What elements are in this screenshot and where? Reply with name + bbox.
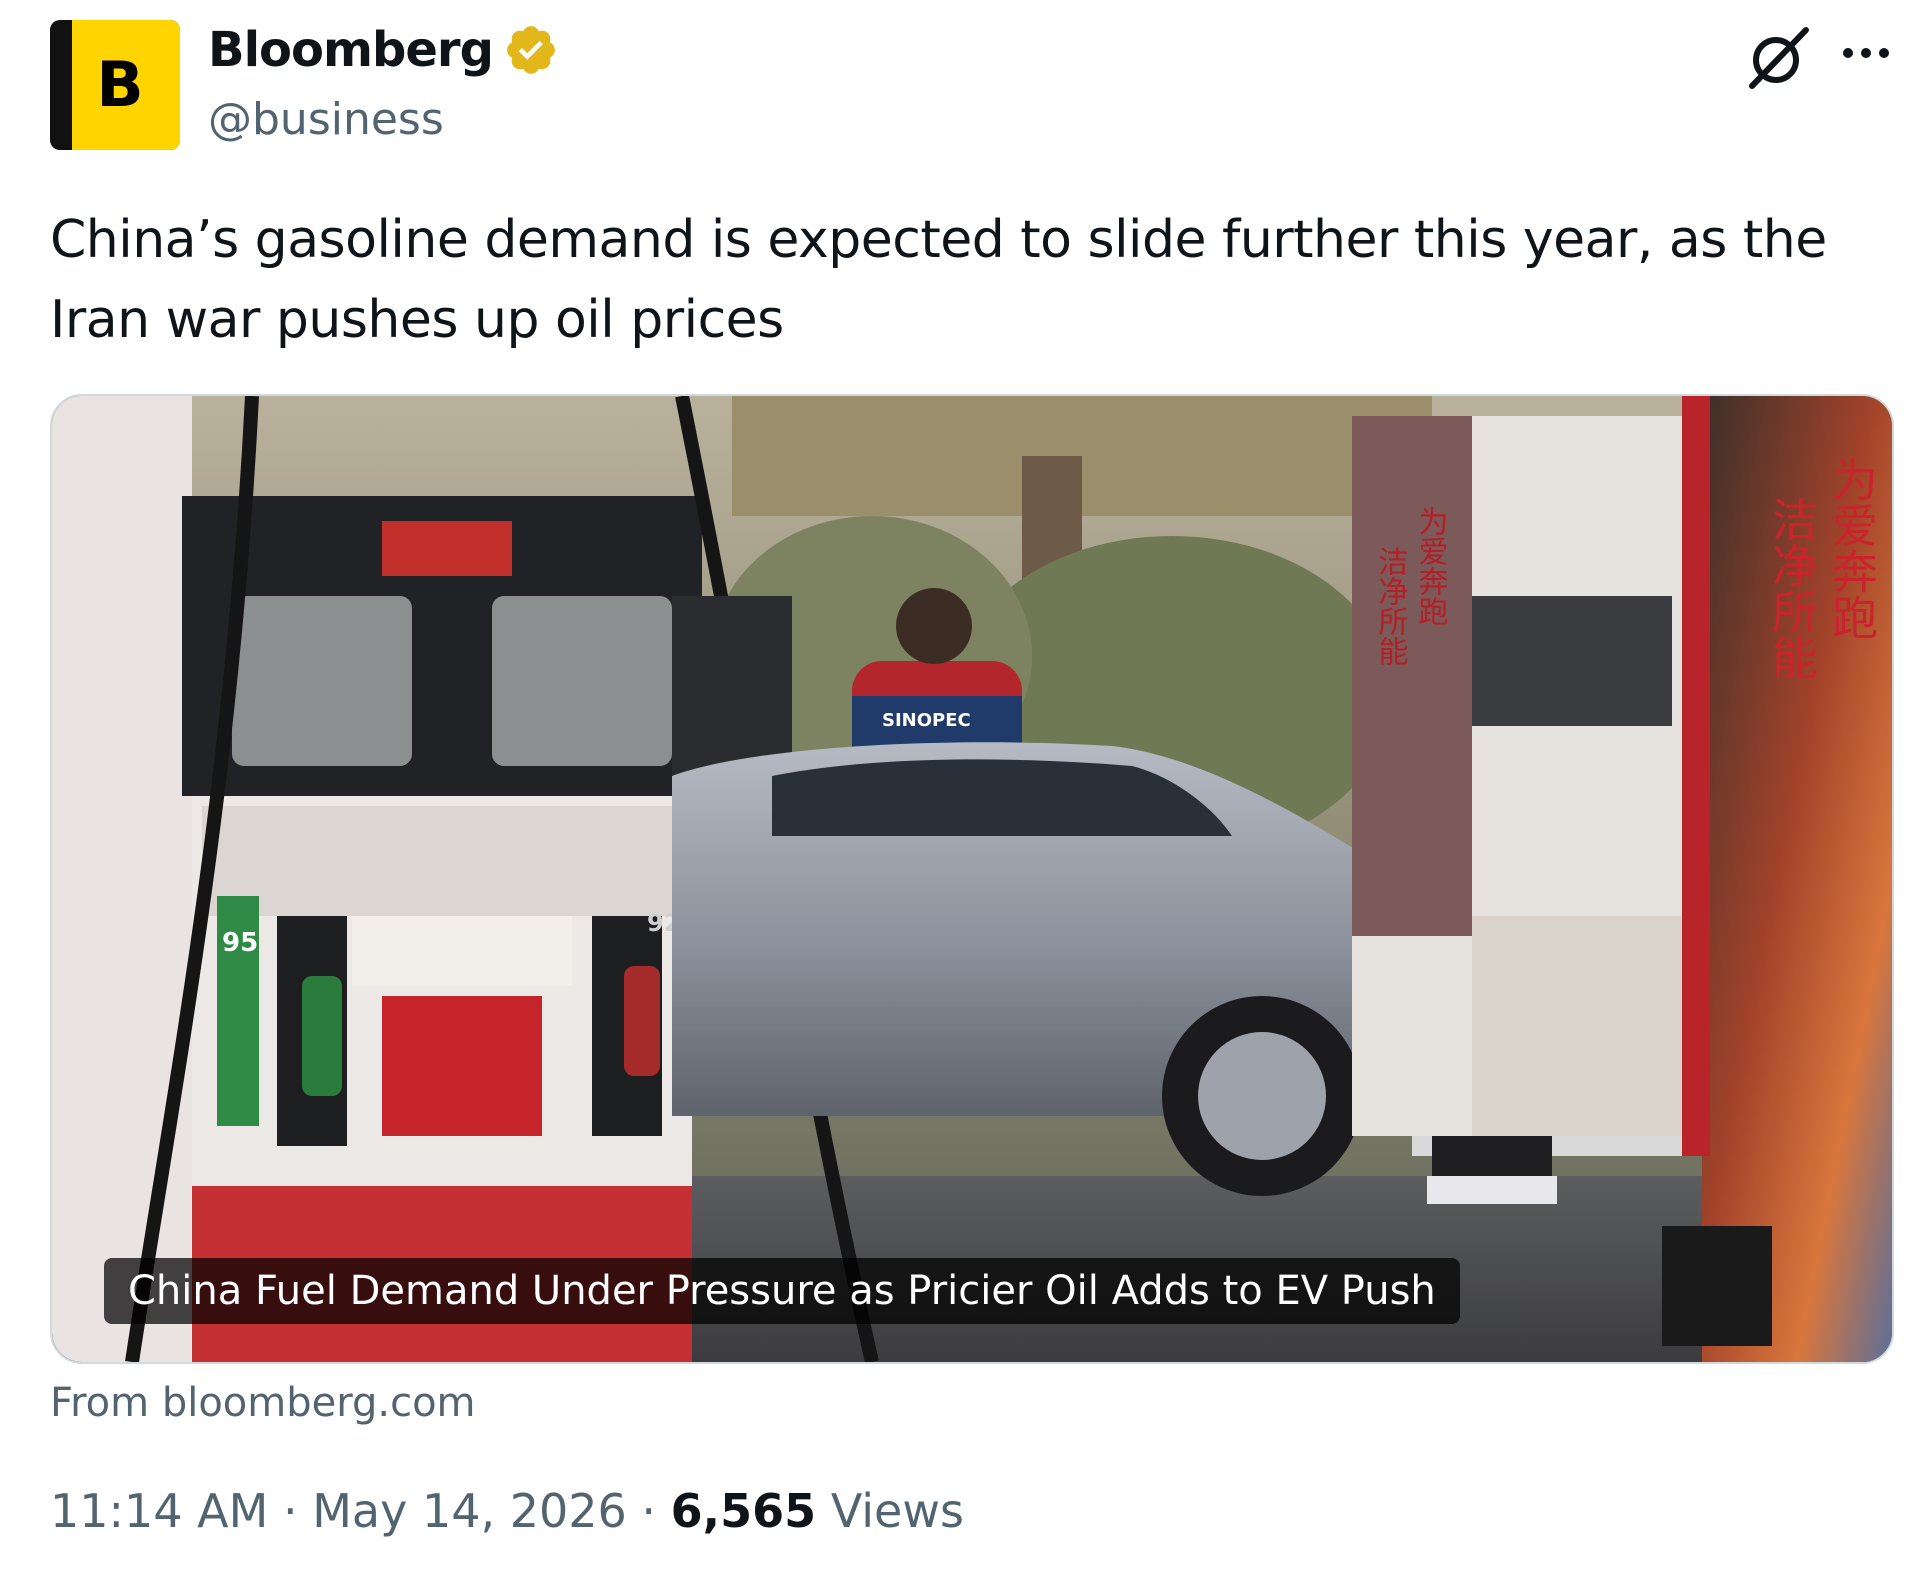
- avatar[interactable]: B: [50, 20, 180, 150]
- right-red-pole: [1682, 396, 1710, 1156]
- tweet-text: China’s gasoline demand is expected to s…: [50, 210, 1827, 350]
- left-pump-frame: [52, 396, 192, 1362]
- woman-shoes: [1427, 1176, 1557, 1204]
- banner-right-text-2: 洁净所能: [1765, 496, 1819, 680]
- left-pump-sign: [382, 521, 512, 576]
- worker-head: [896, 588, 972, 664]
- left-grille: [202, 806, 692, 916]
- link-card[interactable]: 95 92 SINOPEC 为爱奔跑 洁净所能 为爱奔跑 洁净所能 China …: [50, 394, 1894, 1364]
- right-pump-banner-left: [1352, 416, 1472, 936]
- right-pump-base: [1472, 916, 1682, 1136]
- bucket: [1662, 1226, 1772, 1346]
- nozzle-red: [624, 966, 660, 1076]
- tweet-date[interactable]: May 14, 2026: [312, 1484, 627, 1538]
- author-handle[interactable]: @business: [208, 94, 444, 145]
- verified-badge-icon: [507, 26, 555, 74]
- author-name[interactable]: Bloomberg: [208, 22, 494, 78]
- more-icon[interactable]: [1836, 28, 1896, 78]
- banner-right-text-1: 为爱奔跑: [1825, 456, 1879, 640]
- left-white-panel: [352, 916, 572, 986]
- views-label: Views: [830, 1484, 964, 1538]
- author-name-row[interactable]: Bloomberg: [208, 22, 559, 78]
- left-screen-1: [232, 596, 412, 766]
- tweet-meta: 11:14 AM · May 14, 2026 · 6,565 Views: [50, 1484, 964, 1538]
- banner-left-text-2: 洁净所能: [1373, 546, 1409, 666]
- left-screen-2: [492, 596, 672, 766]
- meta-separator: ·: [282, 1484, 298, 1538]
- pump-left-grade: 95: [222, 928, 258, 958]
- grok-icon[interactable]: [1742, 22, 1814, 94]
- card-source[interactable]: From bloomberg.com: [50, 1380, 476, 1426]
- right-pump-head: [1472, 596, 1672, 726]
- left-red-panel: [382, 996, 542, 1136]
- meta-separator-2: ·: [641, 1484, 657, 1538]
- banner-left-text-1: 为爱奔跑: [1413, 506, 1448, 626]
- card-photo: 95 92 SINOPEC 为爱奔跑 洁净所能 为爱奔跑 洁净所能: [52, 396, 1892, 1362]
- views-count[interactable]: 6,565: [671, 1484, 817, 1538]
- worker-jacket-text: SINOPEC: [882, 710, 971, 731]
- nozzle-green: [302, 976, 342, 1096]
- avatar-letter: B: [96, 48, 144, 121]
- car-rim: [1198, 1032, 1326, 1160]
- tweet-time[interactable]: 11:14 AM: [50, 1484, 268, 1538]
- card-title[interactable]: China Fuel Demand Under Pressure as Pric…: [104, 1258, 1460, 1324]
